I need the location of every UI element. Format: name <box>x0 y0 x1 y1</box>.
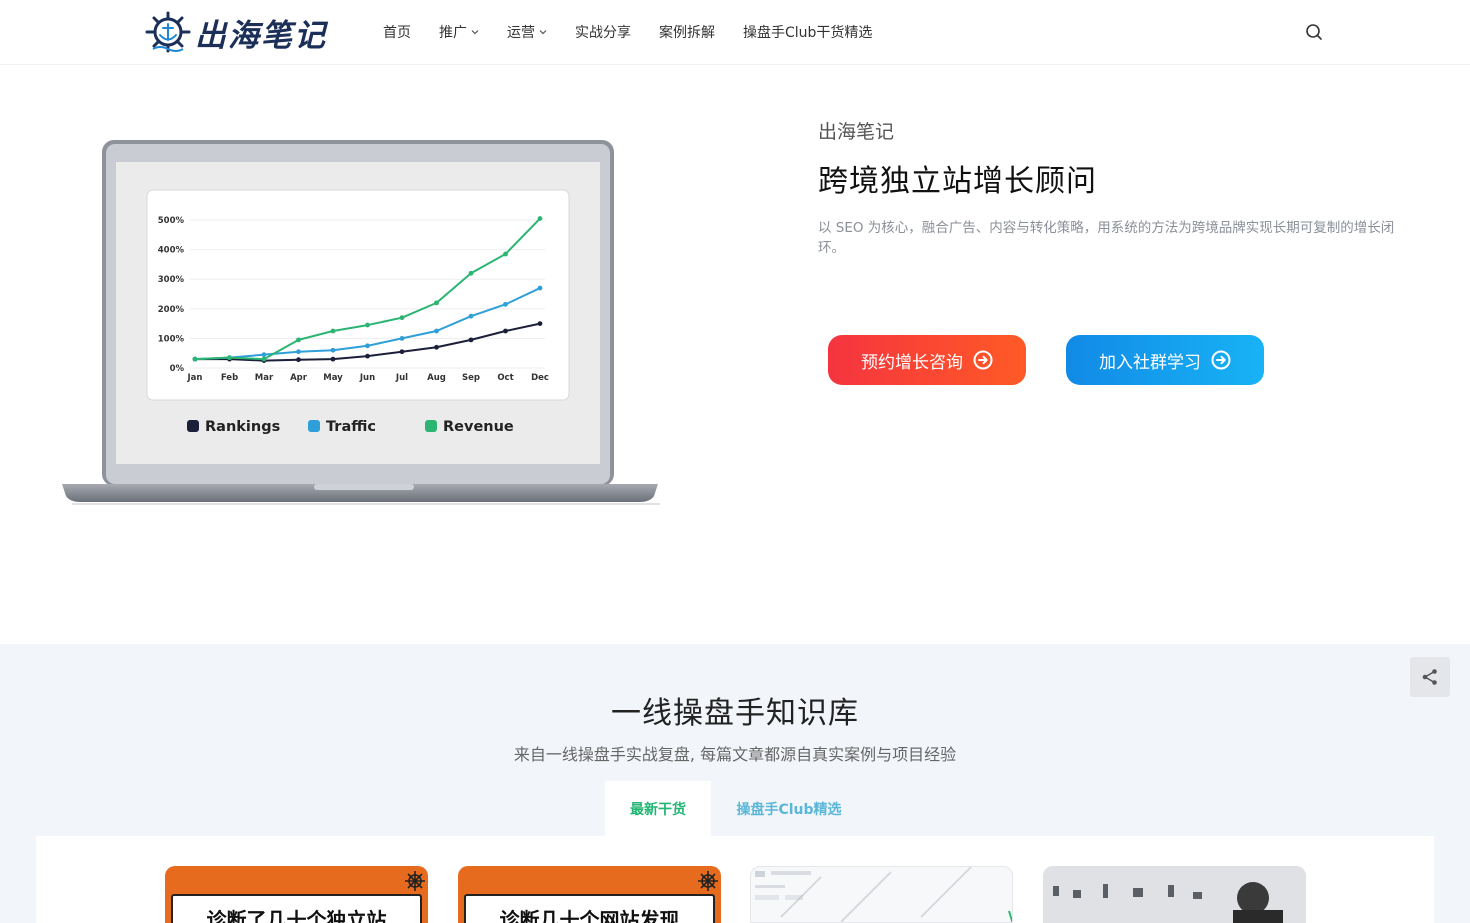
data-point-revenue <box>537 216 543 221</box>
data-point-rankings <box>399 349 405 355</box>
search-icon <box>1306 24 1322 40</box>
data-point-revenue <box>503 251 508 257</box>
x-tick-label: Apr <box>290 373 308 383</box>
card-title: 诊断几十个网站发现 <box>499 908 680 923</box>
screenshot-thumbnail <box>755 867 1012 922</box>
hero-subtitle: 出海笔记 <box>818 121 895 143</box>
legend-swatch-revenue <box>425 420 437 432</box>
share-icon <box>1422 669 1437 685</box>
data-point-revenue <box>434 300 439 306</box>
y-tick-label: 0% <box>170 364 185 374</box>
x-tick-label: Oct <box>497 373 513 383</box>
x-tick-label: Aug <box>427 373 446 383</box>
x-tick-label: Dec <box>531 373 549 383</box>
tab-club-picks[interactable]: 操盘手Club精选 <box>725 781 853 836</box>
data-point-rankings <box>537 321 543 326</box>
data-point-revenue <box>227 355 232 361</box>
helm-icon <box>405 871 425 891</box>
data-point-revenue <box>261 356 267 362</box>
hero-description: 以 SEO 为核心，融合广告、内容与转化策略，用系统的方法为跨境品牌实现长期可复… <box>818 220 1395 256</box>
data-point-traffic <box>434 328 439 334</box>
x-tick-label: Feb <box>221 373 238 383</box>
x-tick-label: Jul <box>395 373 408 383</box>
legend-label-rankings: Rankings <box>205 419 280 435</box>
y-tick-label: 300% <box>158 275 185 285</box>
join-community-button[interactable]: 加入社群学习 <box>1066 335 1264 385</box>
x-tick-label: Jan <box>187 373 203 383</box>
data-point-rankings <box>503 328 508 334</box>
data-point-revenue <box>468 270 474 276</box>
article-card[interactable] <box>1043 866 1306 923</box>
nav-label: 推广 <box>439 25 467 41</box>
legend-label-traffic: Traffic <box>326 419 376 435</box>
nav-label: 操盘手Club干货精选 <box>743 25 873 41</box>
nav-item-club[interactable]: 操盘手Club干货精选 <box>743 22 872 42</box>
data-point-traffic <box>537 285 543 291</box>
data-point-revenue <box>399 315 405 321</box>
y-tick-label: 100% <box>158 334 185 344</box>
laptop-notch <box>314 484 414 490</box>
logo-text: 出海笔记 <box>195 17 327 54</box>
article-card[interactable]: 诊断几十个网站发现 <box>458 866 721 923</box>
data-point-traffic <box>503 301 508 307</box>
data-point-rankings <box>434 344 439 350</box>
data-point-revenue <box>365 322 370 328</box>
data-point-rankings <box>365 353 370 359</box>
data-point-traffic <box>399 336 405 341</box>
card-title: 诊断了几十个独立站 <box>206 908 387 923</box>
data-point-revenue <box>330 328 336 334</box>
data-point-traffic <box>365 343 370 349</box>
section-subtitle: 来自一线操盘手实战复盘, 每篇文章都源自真实案例与项目经验 <box>513 745 957 764</box>
data-point-rankings <box>330 356 336 362</box>
data-point-traffic <box>261 352 267 358</box>
article-card[interactable] <box>750 866 1013 923</box>
x-tick-label: Jun <box>359 373 375 383</box>
article-card[interactable]: 诊断了几十个独立站 <box>165 866 428 923</box>
photo-thumbnail <box>1043 866 1306 923</box>
nav-label: 首页 <box>383 25 411 41</box>
y-tick-label: 500% <box>158 216 185 226</box>
legend-label-revenue: Revenue <box>443 419 514 435</box>
legend-swatch-traffic <box>308 420 320 432</box>
chevron-down-icon <box>539 30 547 35</box>
chevron-down-icon <box>471 30 479 35</box>
hero-laptop-illustration: 0% 100% 200% 300% 400% 500% Jan Feb Mar Apr May Jun… <box>60 138 670 508</box>
data-point-rankings <box>468 337 474 343</box>
legend-swatch-rankings <box>187 420 199 432</box>
nav-item-practice[interactable]: 实战分享 <box>575 22 631 42</box>
nav-item-cases[interactable]: 案例拆解 <box>659 22 715 42</box>
data-point-rankings <box>296 357 301 363</box>
data-point-revenue <box>192 356 198 362</box>
button-label: 预约增长咨询 <box>861 352 963 373</box>
search-button[interactable] <box>1304 22 1324 42</box>
site-header: 出海笔记 首页 推广 运营 实战分享 案例拆解 操盘手Club干货精选 <box>0 0 1470 65</box>
section-title: 一线操盘手知识库 <box>611 696 859 731</box>
y-tick-label: 400% <box>158 246 185 256</box>
nav-item-promotion[interactable]: 推广 <box>439 22 479 42</box>
arrow-right-circle-icon <box>1211 350 1231 370</box>
nav-label: 运营 <box>507 25 535 41</box>
y-tick-label: 200% <box>158 305 185 315</box>
nav-label: 案例拆解 <box>659 25 715 41</box>
data-point-traffic <box>296 349 301 355</box>
x-tick-label: May <box>323 373 343 383</box>
x-tick-label: Sep <box>462 373 480 383</box>
button-label: 加入社群学习 <box>1099 352 1201 373</box>
tab-latest[interactable]: 最新干货 <box>605 781 711 836</box>
data-point-traffic <box>330 347 336 353</box>
data-point-traffic <box>468 313 474 319</box>
nav-item-operations[interactable]: 运营 <box>507 22 547 42</box>
arrow-right-circle-icon <box>973 350 993 370</box>
nav-label: 实战分享 <box>575 25 631 41</box>
consult-button[interactable]: 预约增长咨询 <box>828 335 1026 385</box>
hero-text: 出海笔记 跨境独立站增长顾问 以 SEO 为核心，融合广告、内容与转化策略，用系… <box>818 117 1428 258</box>
data-point-revenue <box>296 337 301 343</box>
x-tick-label: Mar <box>255 373 274 383</box>
main-nav: 首页 推广 运营 实战分享 案例拆解 操盘手Club干货精选 <box>383 22 900 42</box>
site-logo[interactable]: 出海笔记 <box>145 11 327 54</box>
nav-item-home[interactable]: 首页 <box>383 22 411 42</box>
helm-anchor-icon <box>145 11 191 53</box>
helm-icon <box>698 871 718 891</box>
hero-title: 跨境独立站增长顾问 <box>818 164 1097 199</box>
